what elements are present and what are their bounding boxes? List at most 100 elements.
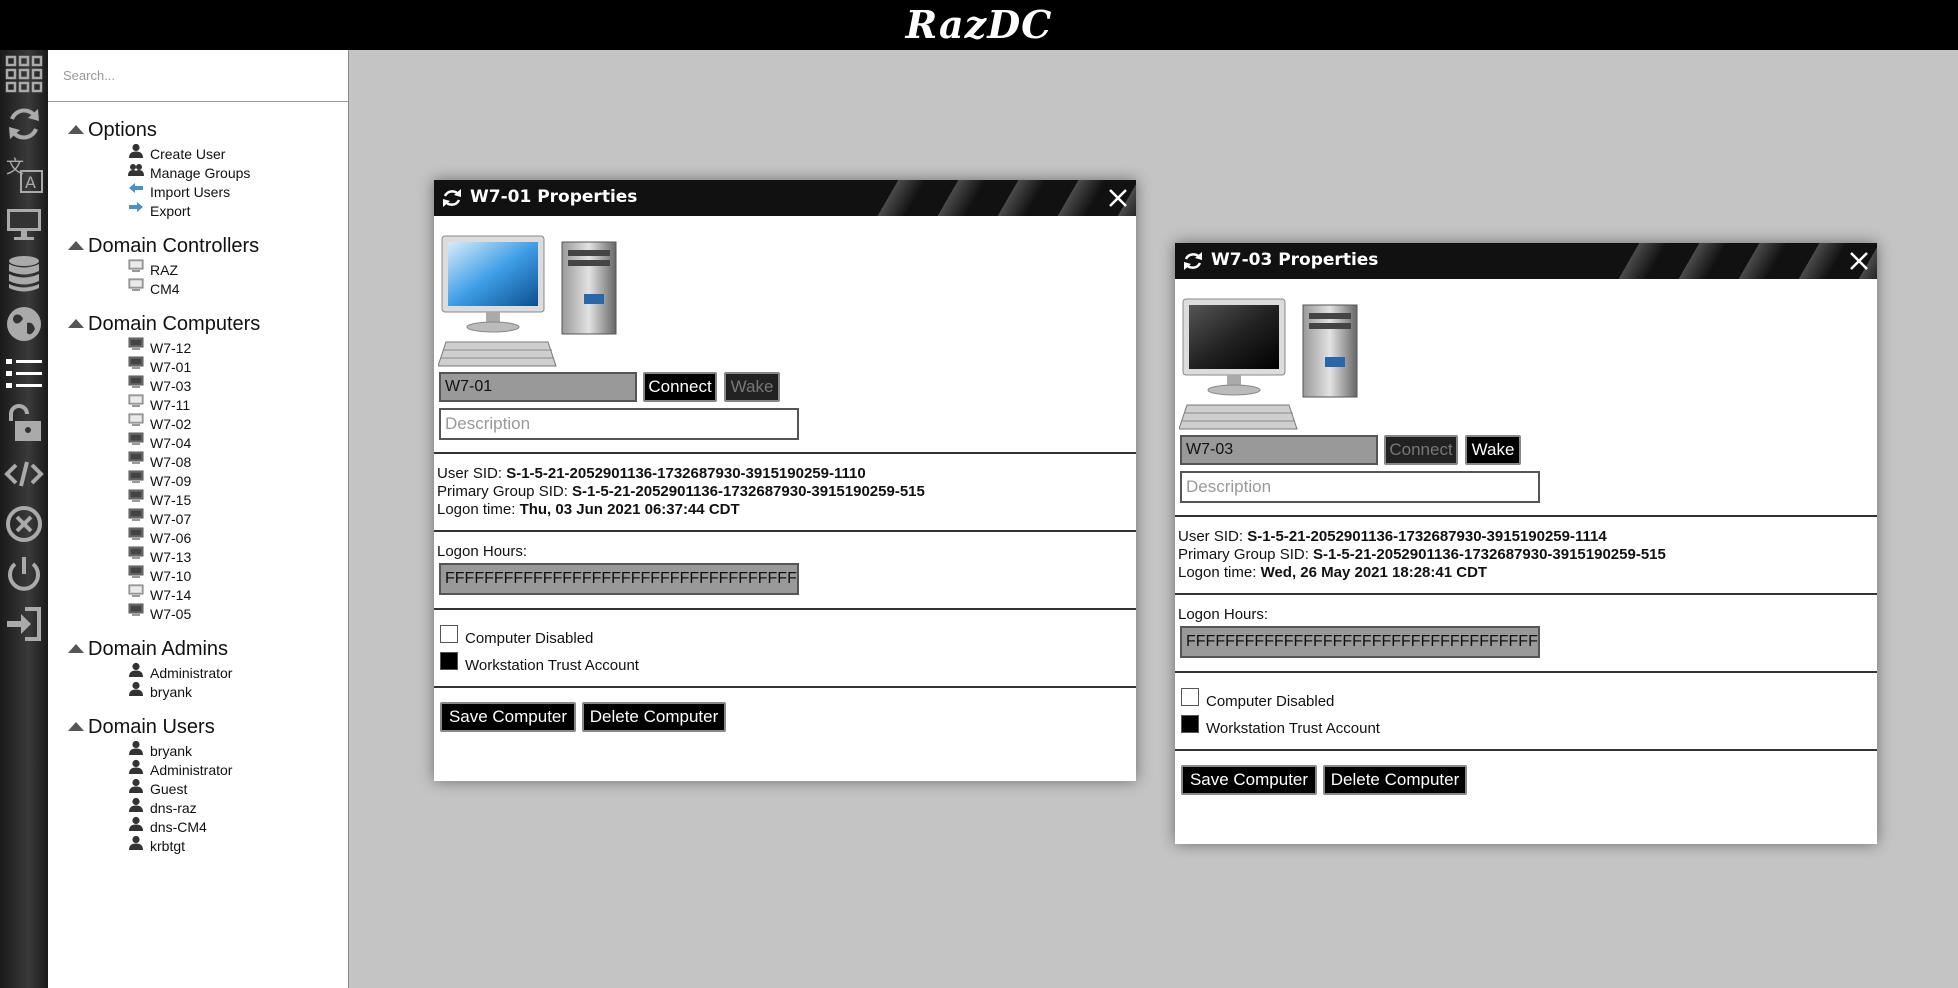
domain-user-item[interactable]: Guest: [128, 778, 187, 798]
app-logo: RazDC: [905, 2, 1053, 47]
collapse-triangle-icon[interactable]: [68, 644, 84, 653]
domain-computer-item[interactable]: W7-06: [128, 527, 192, 547]
domain-computer-item[interactable]: W7-05: [128, 603, 192, 623]
domain-user-item[interactable]: Administrator: [128, 759, 232, 779]
computer-disabled-checkbox[interactable]: [1181, 688, 1199, 706]
cancel-circle-icon[interactable]: [2, 502, 46, 546]
divider: [434, 530, 1136, 532]
wake-button[interactable]: Wake: [724, 372, 780, 402]
trust-account-checkbox[interactable]: [440, 652, 458, 670]
unlock-icon[interactable]: [2, 402, 46, 446]
database-icon[interactable]: [2, 252, 46, 296]
logon-hours-label: Logon Hours:: [1178, 606, 1269, 623]
computer-disabled-checkbox[interactable]: [440, 625, 458, 643]
tree-item-label: Import Users: [150, 183, 231, 200]
domain-computer-item[interactable]: W7-15: [128, 489, 191, 509]
tree-item-label: krbtgt: [150, 837, 186, 854]
domain-computer-item[interactable]: W7-09: [128, 470, 191, 490]
options-item[interactable]: Manage Groups: [128, 163, 250, 182]
collapse-triangle-icon[interactable]: [68, 319, 84, 328]
domain-admin-item[interactable]: Administrator: [128, 662, 232, 682]
collapse-triangle-icon[interactable]: [68, 125, 84, 134]
divider: [434, 608, 1136, 610]
domain-user-item[interactable]: dns-raz: [128, 797, 197, 817]
delete-computer-button[interactable]: Delete Computer: [1323, 765, 1467, 795]
logon-hours-label: Logon Hours:: [437, 543, 528, 560]
user-icon: [128, 662, 144, 678]
save-computer-button[interactable]: Save Computer: [1181, 765, 1317, 795]
domain-controller-item[interactable]: RAZ: [128, 259, 178, 279]
translate-icon[interactable]: 文A: [2, 152, 46, 196]
connect-button[interactable]: Connect: [1384, 435, 1458, 465]
wake-button[interactable]: Wake: [1465, 435, 1521, 465]
logon-hours-field[interactable]: FFFFFFFFFFFFFFFFFFFFFFFFFFFFFFFFFFFFFFFF…: [1180, 626, 1540, 658]
code-icon[interactable]: [2, 452, 46, 496]
domain-computer-item[interactable]: W7-07: [128, 508, 192, 528]
domain-user-item[interactable]: dns-CM4: [128, 816, 207, 836]
section-title: Domain Controllers: [88, 235, 260, 257]
refresh-icon[interactable]: [440, 186, 464, 210]
description-field[interactable]: [439, 408, 799, 440]
apps-grid-icon[interactable]: [2, 52, 46, 96]
domain-computer-item[interactable]: W7-13: [128, 546, 192, 566]
save-computer-button[interactable]: Save Computer: [440, 702, 576, 732]
tree-item-label: CM4: [150, 280, 180, 297]
computer-icon: [128, 546, 144, 562]
delete-computer-button[interactable]: Delete Computer: [582, 702, 726, 732]
section-options[interactable]: Options: [68, 119, 157, 142]
domain-controller-item[interactable]: CM4: [128, 278, 180, 298]
domain-computer-item[interactable]: W7-11: [128, 394, 190, 414]
collapse-triangle-icon[interactable]: [68, 722, 84, 731]
computer-icon: [128, 356, 144, 372]
section-domain-users[interactable]: Domain Users: [68, 716, 215, 739]
options-item[interactable]: Import Users: [128, 182, 230, 201]
search-input[interactable]: [48, 50, 348, 102]
options-item[interactable]: Export: [128, 201, 190, 220]
window-title-bar[interactable]: W7-03 Properties: [1175, 243, 1877, 279]
tree-item-label: W7-05: [150, 605, 192, 622]
domain-computer-item[interactable]: W7-03: [128, 375, 191, 395]
globe-icon[interactable]: [2, 302, 46, 346]
trust-account-checkbox[interactable]: [1181, 715, 1199, 733]
computer-name-field[interactable]: [1180, 435, 1378, 465]
tree-item-label: W7-02: [150, 415, 192, 432]
power-icon[interactable]: [2, 552, 46, 596]
domain-computer-item[interactable]: W7-12: [128, 337, 191, 357]
sign-in-icon[interactable]: [2, 602, 46, 646]
tree-item-label: W7-07: [150, 510, 192, 527]
close-icon[interactable]: [1104, 184, 1132, 212]
domain-computer-item[interactable]: W7-01: [128, 356, 191, 376]
section-domain-controllers[interactable]: Domain Controllers: [68, 235, 260, 258]
user-icon: [128, 759, 144, 775]
domain-computer-item[interactable]: W7-10: [128, 565, 192, 585]
list-icon[interactable]: [2, 352, 46, 396]
refresh-icon[interactable]: [1181, 249, 1205, 273]
domain-admin-item[interactable]: bryank: [128, 681, 192, 701]
computer-icon: [128, 584, 144, 600]
collapse-triangle-icon[interactable]: [68, 241, 84, 250]
section-domain-computers[interactable]: Domain Computers: [68, 313, 260, 336]
refresh-icon[interactable]: [2, 102, 46, 146]
computer-icon[interactable]: [2, 202, 46, 246]
connect-button[interactable]: Connect: [643, 372, 717, 402]
computer-icon: [128, 278, 144, 294]
domain-computer-item[interactable]: W7-14: [128, 584, 191, 604]
domain-user-item[interactable]: bryank: [128, 740, 192, 760]
description-field[interactable]: [1180, 471, 1540, 503]
window-title-bar[interactable]: W7-01 Properties: [434, 180, 1136, 216]
tree-item-label: W7-10: [150, 567, 192, 584]
top-bar: RazDC: [0, 0, 1958, 50]
domain-computer-item[interactable]: W7-08: [128, 451, 191, 471]
properties-window: W7-01 Properties ConnectWake User SID: S-1…: [434, 180, 1136, 781]
logon-hours-field[interactable]: FFFFFFFFFFFFFFFFFFFFFFFFFFFFFFFFFFFFFFFF…: [439, 563, 799, 595]
section-domain-admins[interactable]: Domain Admins: [68, 638, 228, 661]
tree-item-label: W7-06: [150, 529, 192, 546]
computer-name-field[interactable]: [439, 372, 637, 402]
computer-icon: [128, 451, 144, 467]
close-icon[interactable]: [1845, 247, 1873, 275]
domain-user-item[interactable]: krbtgt: [128, 835, 186, 855]
domain-computer-item[interactable]: W7-04: [128, 432, 191, 452]
tree-item-label: W7-13: [150, 548, 192, 565]
domain-computer-item[interactable]: W7-02: [128, 413, 192, 433]
options-item[interactable]: Create User: [128, 143, 225, 163]
